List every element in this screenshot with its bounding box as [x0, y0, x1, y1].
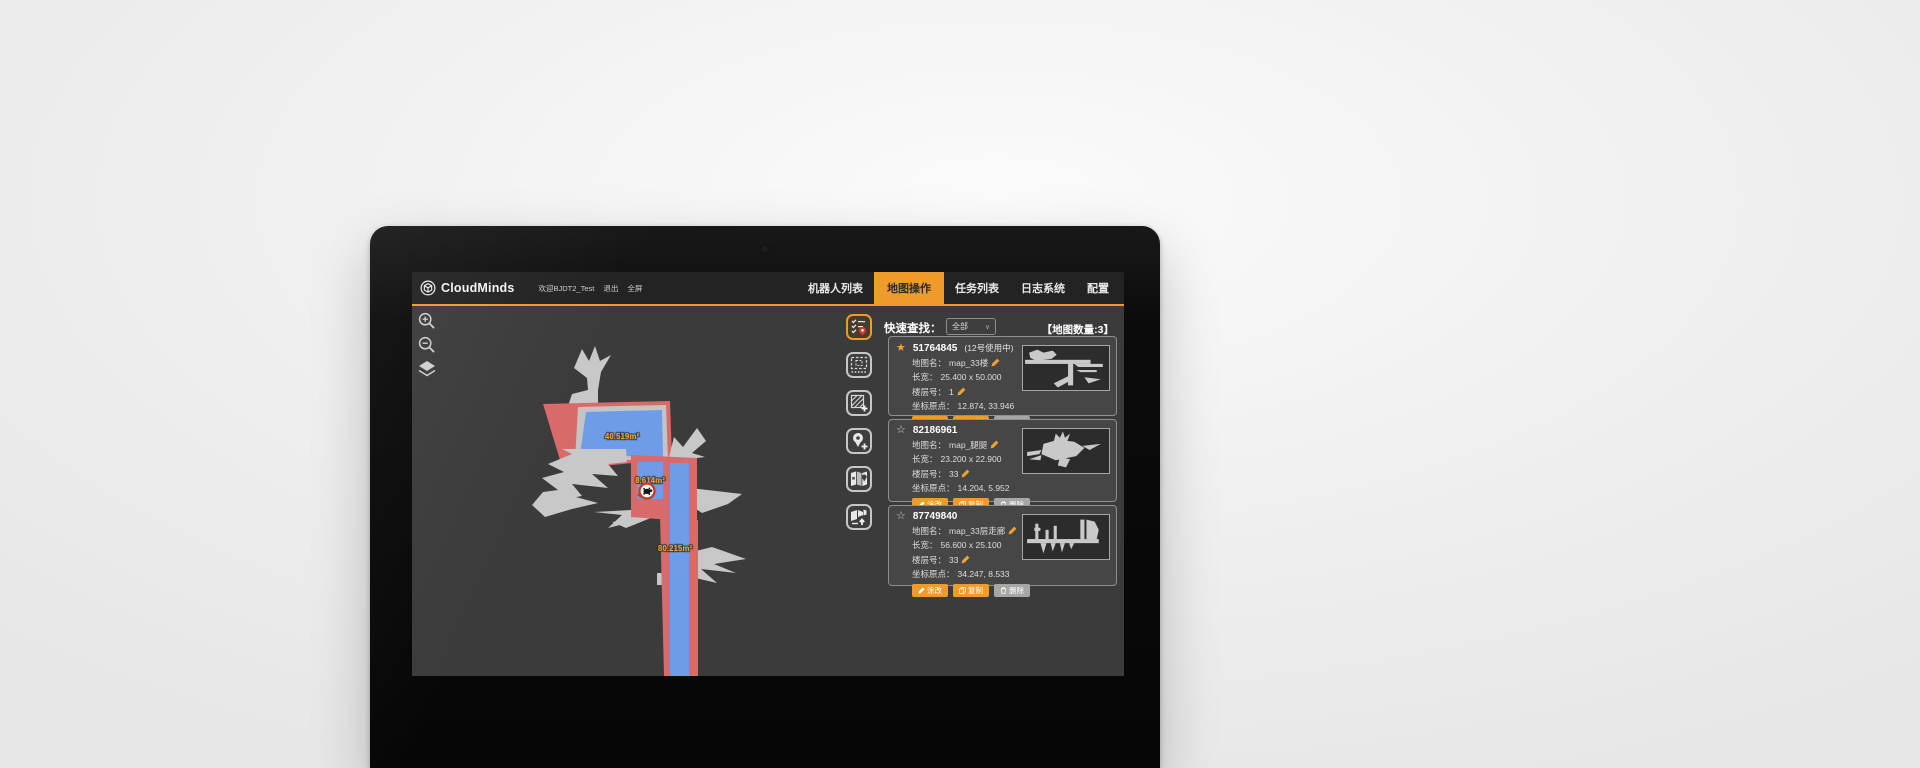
favorite-star-icon[interactable]: ☆: [896, 511, 906, 522]
map-marker-icon: [849, 469, 869, 489]
app-screen: CloudMinds 欢迎BJDT2_Test 退出 全屏 机器人列表 地图操作…: [412, 272, 1124, 676]
map-id: 82186961: [913, 425, 958, 436]
field-label: 地图名：: [912, 525, 946, 537]
area-label-corridor: 80.215m²: [658, 544, 693, 553]
virtual-wall-add-icon: [849, 393, 869, 413]
map-card[interactable]: ★ 51764845 (12号使用中) 地图名：map_33楼 长宽：25.40…: [888, 336, 1117, 416]
map-thumbnail-image: [1023, 515, 1109, 559]
map-size-value: 23.200 x 22.900: [941, 454, 1002, 464]
map-thumbnail-image: [1023, 429, 1109, 473]
location-add-icon: [849, 431, 869, 451]
map-upload-icon: [849, 507, 869, 527]
webcam: [762, 246, 768, 252]
copy-map-button[interactable]: 复制: [953, 584, 989, 597]
map-in-use-badge: (12号使用中): [964, 342, 1013, 354]
map-filter-dropdown[interactable]: 全部 ∨: [946, 318, 996, 335]
field-label: 长宽：: [912, 371, 938, 383]
map-name-value: map_腿腿: [949, 439, 987, 451]
nav-task-list[interactable]: 任务列表: [944, 272, 1010, 304]
map-thumbnail[interactable]: [1022, 345, 1110, 391]
cloudminds-logo-icon: [420, 280, 436, 296]
map-size-value: 56.600 x 25.100: [941, 540, 1002, 550]
nav-map-operations[interactable]: 地图操作: [874, 272, 944, 304]
map-name-value: map_33层走廊: [949, 525, 1005, 537]
field-label: 地图名：: [912, 439, 946, 451]
field-label: 长宽：: [912, 539, 938, 551]
zoom-in-icon[interactable]: [418, 312, 436, 330]
map-floor-value: 33: [949, 555, 958, 565]
favorite-star-icon[interactable]: ☆: [896, 425, 906, 436]
brand: CloudMinds: [412, 280, 515, 296]
map-size-value: 25.400 x 50.000: [941, 372, 1002, 382]
field-label: 楼层号：: [912, 386, 946, 398]
zoom-out-icon[interactable]: [418, 336, 436, 354]
nav-log-system[interactable]: 日志系统: [1010, 272, 1076, 304]
laptop-device: CloudMinds 欢迎BJDT2_Test 退出 全屏 机器人列表 地图操作…: [370, 226, 1160, 768]
trash-icon: [1000, 587, 1007, 594]
map-floor-value: 1: [949, 387, 954, 397]
map-task-list-icon: [849, 317, 869, 337]
session-links: 欢迎BJDT2_Test 退出 全屏: [539, 283, 643, 294]
map-name-value: map_33楼: [949, 357, 988, 369]
map-thumbnail[interactable]: [1022, 514, 1110, 560]
map-id: 51764845: [913, 343, 958, 354]
tool-select-region[interactable]: [846, 352, 872, 378]
delete-map-button[interactable]: 删除: [994, 584, 1030, 597]
area-label-large: 40.519m²: [605, 432, 640, 441]
map-zoom-controls: [418, 312, 436, 378]
map-origin-value: 14.204, 5.952: [958, 483, 1010, 493]
tool-location-add[interactable]: [846, 428, 872, 454]
select-region-icon: [849, 355, 869, 375]
fullscreen-link[interactable]: 全屏: [627, 283, 642, 294]
field-label: 坐标原点：: [912, 482, 955, 494]
edit-pencil-icon[interactable]: [991, 358, 1000, 367]
brand-name: CloudMinds: [441, 281, 515, 295]
map-card[interactable]: ☆ 87749840 地图名：map_33层走廊 长宽：56.600 x 25.…: [888, 505, 1117, 586]
nav-settings[interactable]: 配置: [1076, 272, 1120, 304]
app-header: CloudMinds 欢迎BJDT2_Test 退出 全屏 机器人列表 地图操作…: [412, 272, 1124, 306]
tool-map-marker[interactable]: [846, 466, 872, 492]
tool-virtual-wall-add[interactable]: [846, 390, 872, 416]
map-origin-value: 34.247, 8.533: [958, 569, 1010, 579]
pencil-icon: [918, 587, 925, 594]
field-label: 地图名：: [912, 357, 946, 369]
edit-pencil-icon[interactable]: [961, 555, 970, 564]
field-label: 长宽：: [912, 453, 938, 465]
nav-robot-list[interactable]: 机器人列表: [797, 272, 874, 304]
map-filter-value: 全部: [952, 321, 968, 332]
scan-point-cloud: [568, 346, 611, 406]
map-thumbnail[interactable]: [1022, 428, 1110, 474]
tool-map-task-list[interactable]: [846, 314, 872, 340]
blue-corridor: [670, 463, 689, 676]
edit-pencil-icon[interactable]: [957, 387, 966, 396]
map-floor-value: 33: [949, 469, 958, 479]
map-origin-value: 12.874, 33.946: [958, 401, 1015, 411]
edit-pencil-icon[interactable]: [990, 440, 999, 449]
main-nav: 机器人列表 地图操作 任务列表 日志系统 配置: [797, 272, 1120, 304]
card-actions: 涂改 复制 删除: [912, 584, 1109, 597]
map-thumbnail-image: [1023, 346, 1109, 390]
map-card[interactable]: ☆ 82186961 地图名：map_腿腿 长宽：23.200 x 22.900…: [888, 419, 1117, 502]
layers-icon[interactable]: [418, 360, 436, 378]
welcome-user-label: 欢迎BJDT2_Test: [539, 283, 595, 294]
field-label: 坐标原点：: [912, 568, 955, 580]
map-count-badge: 【地图数量:3】: [1042, 322, 1114, 337]
edit-pencil-icon[interactable]: [1008, 526, 1017, 535]
field-label: 坐标原点：: [912, 400, 955, 412]
logout-link[interactable]: 退出: [603, 283, 618, 294]
map-toolbar: [846, 314, 872, 530]
favorite-star-icon[interactable]: ★: [896, 343, 906, 354]
chevron-down-icon: ∨: [985, 323, 990, 331]
copy-icon: [959, 587, 966, 594]
map-id: 87749840: [913, 511, 958, 522]
field-label: 楼层号：: [912, 554, 946, 566]
field-label: 楼层号：: [912, 468, 946, 480]
edit-pencil-icon[interactable]: [961, 469, 970, 478]
edit-map-button[interactable]: 涂改: [912, 584, 948, 597]
tool-map-upload[interactable]: [846, 504, 872, 530]
quick-find-label: 快速查找：: [884, 320, 942, 336]
